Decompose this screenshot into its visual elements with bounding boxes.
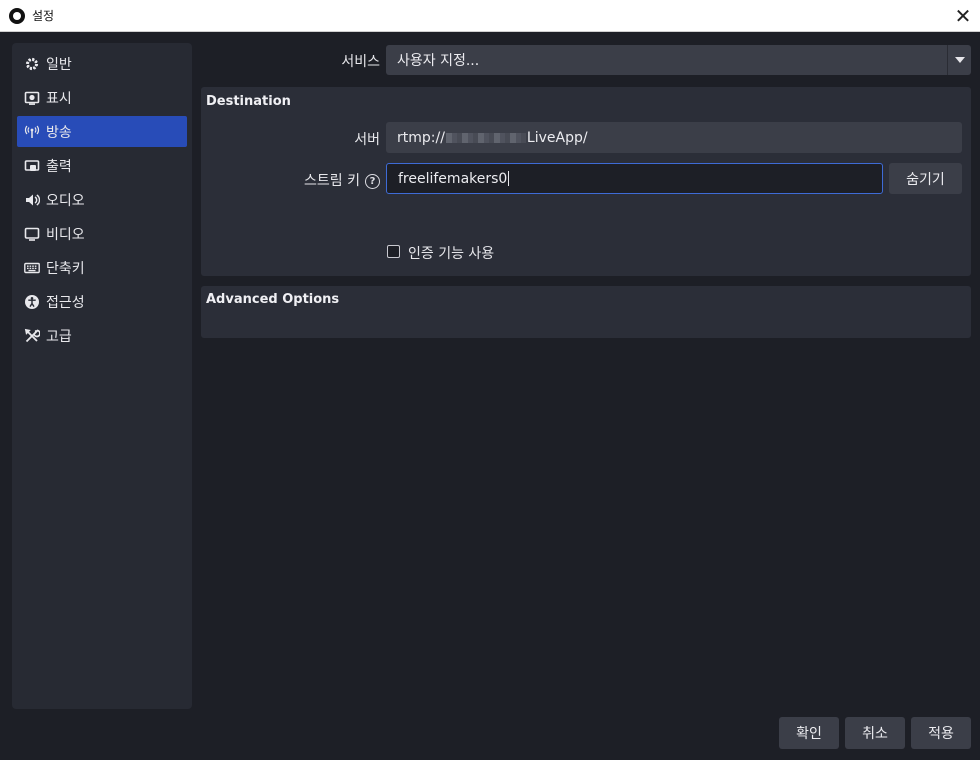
sidebar-item-output[interactable]: 출력 (17, 150, 187, 181)
destination-title: Destination (206, 94, 291, 109)
accessibility-icon (24, 294, 40, 310)
help-icon[interactable]: ? (365, 173, 380, 189)
stream-key-value: freelifemakers0 (398, 170, 508, 187)
server-input[interactable]: rtmp:// LiveApp/ (386, 122, 962, 153)
settings-sidebar: 일반 표시 방송 출력 오디오 비디오 단축키 접근성 고급 (12, 43, 192, 709)
server-suffix: LiveApp/ (526, 129, 588, 146)
redacted-address (445, 132, 526, 143)
stream-key-input[interactable]: freelifemakers0 (386, 163, 883, 194)
title-bar: 설정 ✕ (0, 0, 980, 32)
destination-group: Destination 서버 rtmp:// LiveApp/ 스트림 키? f… (201, 87, 971, 276)
sidebar-item-label: 방송 (46, 124, 72, 141)
ok-button[interactable]: 확인 (779, 717, 839, 749)
sidebar-item-label: 표시 (46, 90, 72, 107)
sidebar-item-label: 고급 (46, 328, 72, 345)
sidebar-item-label: 단축키 (46, 260, 85, 277)
stream-key-label: 스트림 키 (304, 173, 360, 189)
speaker-icon (24, 192, 40, 208)
sidebar-item-video[interactable]: 비디오 (17, 218, 187, 249)
window-title: 설정 (32, 9, 55, 23)
server-prefix: rtmp:// (397, 129, 445, 146)
service-label: 서비스 (341, 54, 380, 70)
service-row: 서비스 사용자 지정... (200, 45, 972, 75)
display-icon (24, 90, 40, 106)
server-label: 서버 (354, 132, 380, 148)
service-value: 사용자 지정... (397, 53, 480, 69)
sidebar-item-label: 출력 (46, 158, 72, 175)
sidebar-item-accessibility[interactable]: 접근성 (17, 286, 187, 317)
obs-logo-icon (9, 7, 25, 24)
monitor-icon (24, 226, 40, 242)
gear-icon (24, 56, 40, 72)
sidebar-item-general[interactable]: 일반 (17, 48, 187, 79)
chevron-down-icon[interactable] (947, 45, 971, 75)
advanced-options-group[interactable]: Advanced Options (201, 286, 971, 338)
sidebar-item-label: 일반 (46, 56, 72, 73)
sidebar-item-label: 비디오 (46, 226, 85, 243)
sidebar-item-audio[interactable]: 오디오 (17, 184, 187, 215)
tools-icon (24, 328, 40, 344)
sidebar-item-label: 오디오 (46, 192, 85, 209)
sidebar-item-stream[interactable]: 방송 (17, 116, 187, 147)
advanced-options-title: Advanced Options (206, 292, 340, 307)
apply-button[interactable]: 적용 (911, 717, 971, 749)
sidebar-item-hotkeys[interactable]: 단축키 (17, 252, 187, 283)
cancel-button[interactable]: 취소 (845, 717, 905, 749)
service-select[interactable]: 사용자 지정... (386, 45, 971, 75)
sidebar-item-advanced[interactable]: 고급 (17, 320, 187, 351)
sidebar-item-display[interactable]: 표시 (17, 82, 187, 113)
text-caret (508, 171, 510, 186)
close-button[interactable]: ✕ (946, 0, 980, 31)
sidebar-item-label: 접근성 (46, 294, 85, 311)
keyboard-icon (24, 260, 40, 276)
broadcast-icon (24, 124, 40, 140)
output-icon (24, 158, 40, 174)
auth-checkbox-label[interactable]: 인증 기능 사용 (408, 243, 494, 263)
hide-key-button[interactable]: 숨기기 (889, 163, 962, 194)
stream-key-label-group: 스트림 키? (201, 170, 380, 190)
auth-checkbox[interactable] (387, 245, 400, 258)
